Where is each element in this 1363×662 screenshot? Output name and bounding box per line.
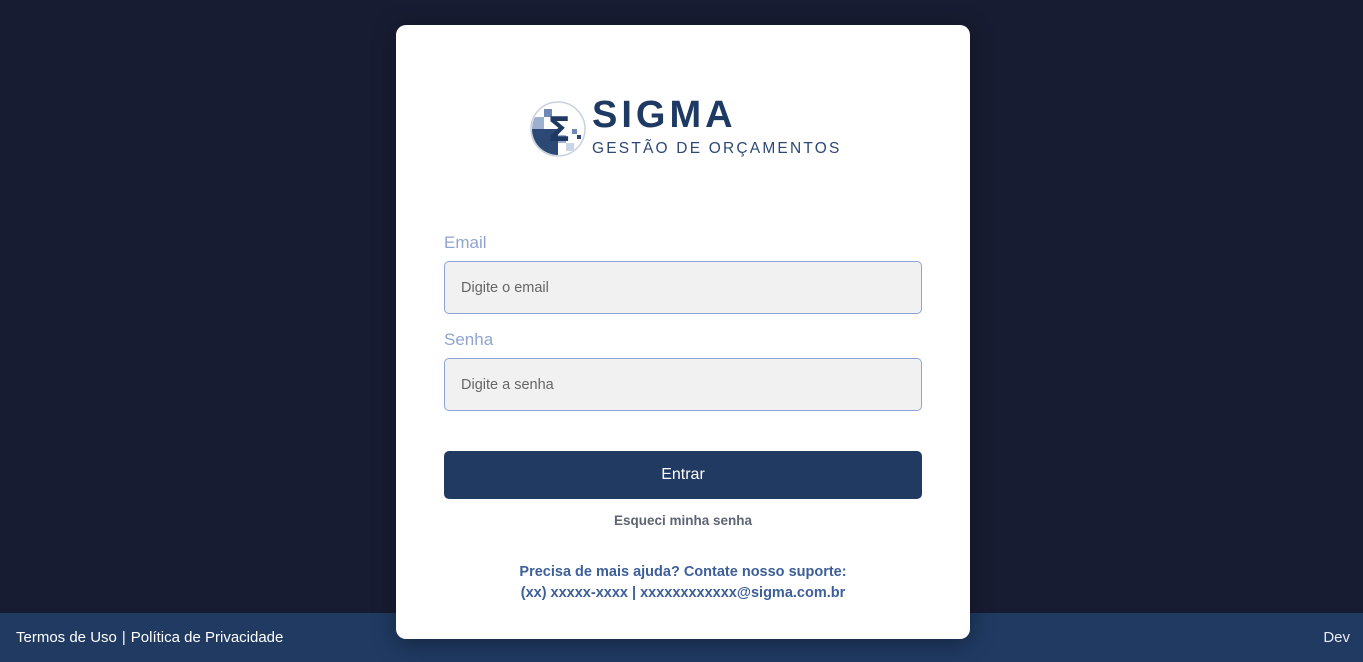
support-contact: (xx) xxxxx-xxxx | xxxxxxxxxxxx@sigma.com…: [520, 585, 846, 601]
forgot-password-link[interactable]: Esqueci minha senha: [396, 513, 970, 528]
environment-label: Dev: [1323, 629, 1350, 646]
email-input[interactable]: [444, 261, 922, 314]
password-label: Senha: [444, 330, 494, 349]
support-info: Precisa de mais ajuda? Contate nosso sup…: [396, 562, 970, 604]
logo-subtitle: GESTÃO DE ORÇAMENTOS: [592, 140, 842, 157]
sigma-logo: Σ SIGMA GESTÃO DE ORÇAMENTOS: [530, 95, 840, 161]
privacy-policy-link[interactable]: Política de Privacidade: [131, 629, 284, 646]
footer-links: Termos de Uso | Política de Privacidade: [16, 629, 283, 646]
support-help-text: Precisa de mais ajuda? Contate nosso sup…: [519, 564, 847, 580]
sigma-logo-icon: Σ: [530, 101, 586, 157]
footer-separator: |: [121, 629, 126, 646]
login-button[interactable]: Entrar: [444, 451, 922, 499]
logo-title: SIGMA: [592, 94, 737, 136]
email-label: Email: [444, 233, 487, 252]
password-input[interactable]: [444, 358, 922, 411]
svg-text:Σ: Σ: [547, 110, 570, 150]
login-card: Σ SIGMA GESTÃO DE ORÇAMENTOS Email Senha…: [396, 25, 970, 639]
terms-of-use-link[interactable]: Termos de Uso: [16, 629, 117, 646]
